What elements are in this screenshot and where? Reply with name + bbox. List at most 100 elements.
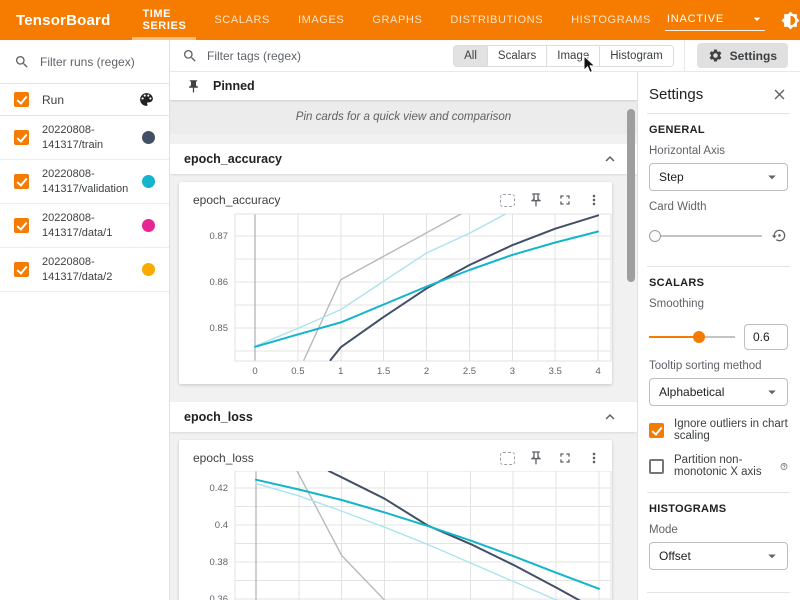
run-color-dot [142, 263, 155, 276]
run-color-dot [142, 219, 155, 232]
tab-scalars[interactable]: SCALARS [200, 0, 284, 40]
run-name: 20220808-141317/data/1 [42, 211, 142, 240]
more-menu-icon[interactable] [586, 450, 602, 466]
settings-section-images: IMAGES Brightness Contrast [647, 593, 790, 600]
partition-x-axis-row: Partition non-monotonic X axis [649, 454, 788, 478]
card-container: epoch_loss 0.420.40.380.36 [170, 432, 637, 600]
ignore-outliers-row: Ignore outliers in chart scaling [649, 418, 788, 442]
run-row-validation[interactable]: 20220808-141317/validation [0, 160, 169, 204]
tab-label: IMAGES [298, 14, 344, 26]
filter-scalars-button[interactable]: Scalars [488, 45, 547, 67]
histogram-mode-select[interactable]: Offset [649, 542, 788, 570]
right-column: All Scalars Image Histogram Settings Pin… [170, 40, 800, 600]
section-heading: HISTOGRAMS [649, 503, 788, 515]
svg-text:4: 4 [595, 366, 600, 377]
more-menu-icon[interactable] [586, 192, 602, 208]
fullscreen-icon[interactable] [557, 450, 573, 466]
palette-icon[interactable] [138, 91, 155, 108]
card-actions [500, 450, 602, 466]
pin-icon [186, 79, 201, 94]
tab-graphs[interactable]: GRAPHS [358, 0, 436, 40]
pinned-empty-state: Pin cards for a quick view and compariso… [170, 100, 637, 134]
tag-toolbar: All Scalars Image Histogram Settings [170, 40, 800, 72]
tab-label: GRAPHS [372, 14, 422, 26]
chevron-down-icon [763, 168, 781, 186]
tag-filter-input[interactable] [207, 49, 453, 63]
svg-text:0.85: 0.85 [210, 323, 229, 334]
settings-button[interactable]: Settings [697, 43, 788, 68]
settings-section-scalars: SCALARS Smoothing Tooltip sorting method… [647, 267, 790, 493]
svg-text:2: 2 [424, 366, 429, 377]
content-area: Run 20220808-141317/train 20220808-14131… [0, 40, 800, 600]
tab-histograms[interactable]: HISTOGRAMS [557, 0, 665, 40]
pin-icon[interactable] [528, 192, 544, 208]
epoch-loss-chart[interactable]: 0.42 0.4 0.38 0.36 [179, 471, 612, 600]
slider-thumb[interactable] [693, 331, 705, 343]
section-header-epoch-accuracy[interactable]: epoch_accuracy [170, 144, 637, 174]
checkbox-label: Ignore outliers in chart scaling [674, 418, 788, 442]
run-checkbox[interactable] [14, 262, 29, 277]
checkbox-label: Partition non-monotonic X axis [674, 454, 770, 478]
section-header-epoch-loss[interactable]: epoch_loss [170, 402, 637, 432]
collapse-chevron-icon[interactable] [601, 150, 619, 168]
run-color-dot [142, 131, 155, 144]
run-row-data-1[interactable]: 20220808-141317/data/1 [0, 204, 169, 248]
slider-thumb[interactable] [649, 230, 661, 242]
reset-icon[interactable] [771, 227, 788, 244]
epoch-accuracy-chart[interactable]: 0.870.860.8500.511.522.533.54 [179, 213, 612, 379]
help-icon[interactable] [780, 460, 788, 473]
svg-text:0.42: 0.42 [210, 483, 229, 494]
run-checkbox[interactable] [14, 130, 29, 145]
card-title: epoch_accuracy [193, 193, 500, 207]
svg-text:1.5: 1.5 [377, 366, 390, 377]
chevron-down-icon [763, 547, 781, 565]
fullscreen-icon[interactable] [557, 192, 573, 208]
tab-distributions[interactable]: DISTRIBUTIONS [436, 0, 557, 40]
smoothing-value-input[interactable] [744, 324, 788, 350]
tab-time-series[interactable]: TIME SERIES [128, 0, 200, 40]
run-checkbox[interactable] [14, 174, 29, 189]
tab-images[interactable]: IMAGES [284, 0, 358, 40]
svg-text:1: 1 [338, 366, 343, 377]
pin-icon[interactable] [528, 450, 544, 466]
partition-x-axis-checkbox[interactable] [649, 459, 664, 474]
card-width-slider[interactable] [649, 230, 762, 242]
run-row-data-2[interactable]: 20220808-141317/data/2 [0, 248, 169, 292]
field-label: Smoothing [649, 298, 788, 310]
tag-filter-row [182, 48, 453, 64]
run-checkbox[interactable] [14, 218, 29, 233]
ignore-outliers-checkbox[interactable] [649, 423, 664, 438]
tooltip-sorting-select[interactable]: Alphabetical [649, 378, 788, 406]
svg-text:0.4: 0.4 [215, 520, 228, 531]
section-title: epoch_accuracy [184, 152, 282, 166]
section-heading: GENERAL [649, 124, 788, 136]
toolbar-divider [684, 40, 685, 72]
theme-toggle-icon[interactable] [781, 11, 800, 30]
collapse-chevron-icon[interactable] [601, 408, 619, 426]
filter-histogram-button[interactable]: Histogram [600, 45, 673, 67]
dashed-box-icon[interactable] [500, 452, 515, 465]
pinned-empty-message: Pin cards for a quick view and compariso… [296, 111, 511, 123]
svg-text:0.38: 0.38 [210, 557, 229, 568]
smoothing-slider[interactable] [649, 331, 735, 343]
scalar-card-epoch-loss: epoch_loss 0.420.40.380.36 [179, 440, 612, 600]
close-icon[interactable] [771, 86, 788, 103]
card-header: epoch_accuracy [179, 187, 612, 213]
reload-status-dropdown[interactable]: INACTIVE [665, 9, 765, 31]
selected-value: Step [659, 170, 684, 184]
pinned-section-header: Pinned [170, 72, 637, 100]
tab-label: DISTRIBUTIONS [450, 14, 543, 26]
chevron-down-icon [763, 383, 781, 401]
svg-text:0.36: 0.36 [210, 594, 229, 600]
cards-scroll-area: Pinned Pin cards for a quick view and co… [170, 72, 637, 600]
run-filter-input[interactable] [40, 55, 155, 69]
settings-panel-title: Settings [649, 86, 703, 103]
run-row-train[interactable]: 20220808-141317/train [0, 116, 169, 160]
vertical-scrollbar[interactable] [627, 109, 635, 282]
filter-all-button[interactable]: All [453, 45, 488, 67]
filter-image-button[interactable]: Image [547, 45, 600, 67]
field-label: Horizontal Axis [649, 145, 788, 157]
dashed-box-icon[interactable] [500, 194, 515, 207]
horizontal-axis-select[interactable]: Step [649, 163, 788, 191]
select-all-runs-checkbox[interactable] [14, 92, 29, 107]
